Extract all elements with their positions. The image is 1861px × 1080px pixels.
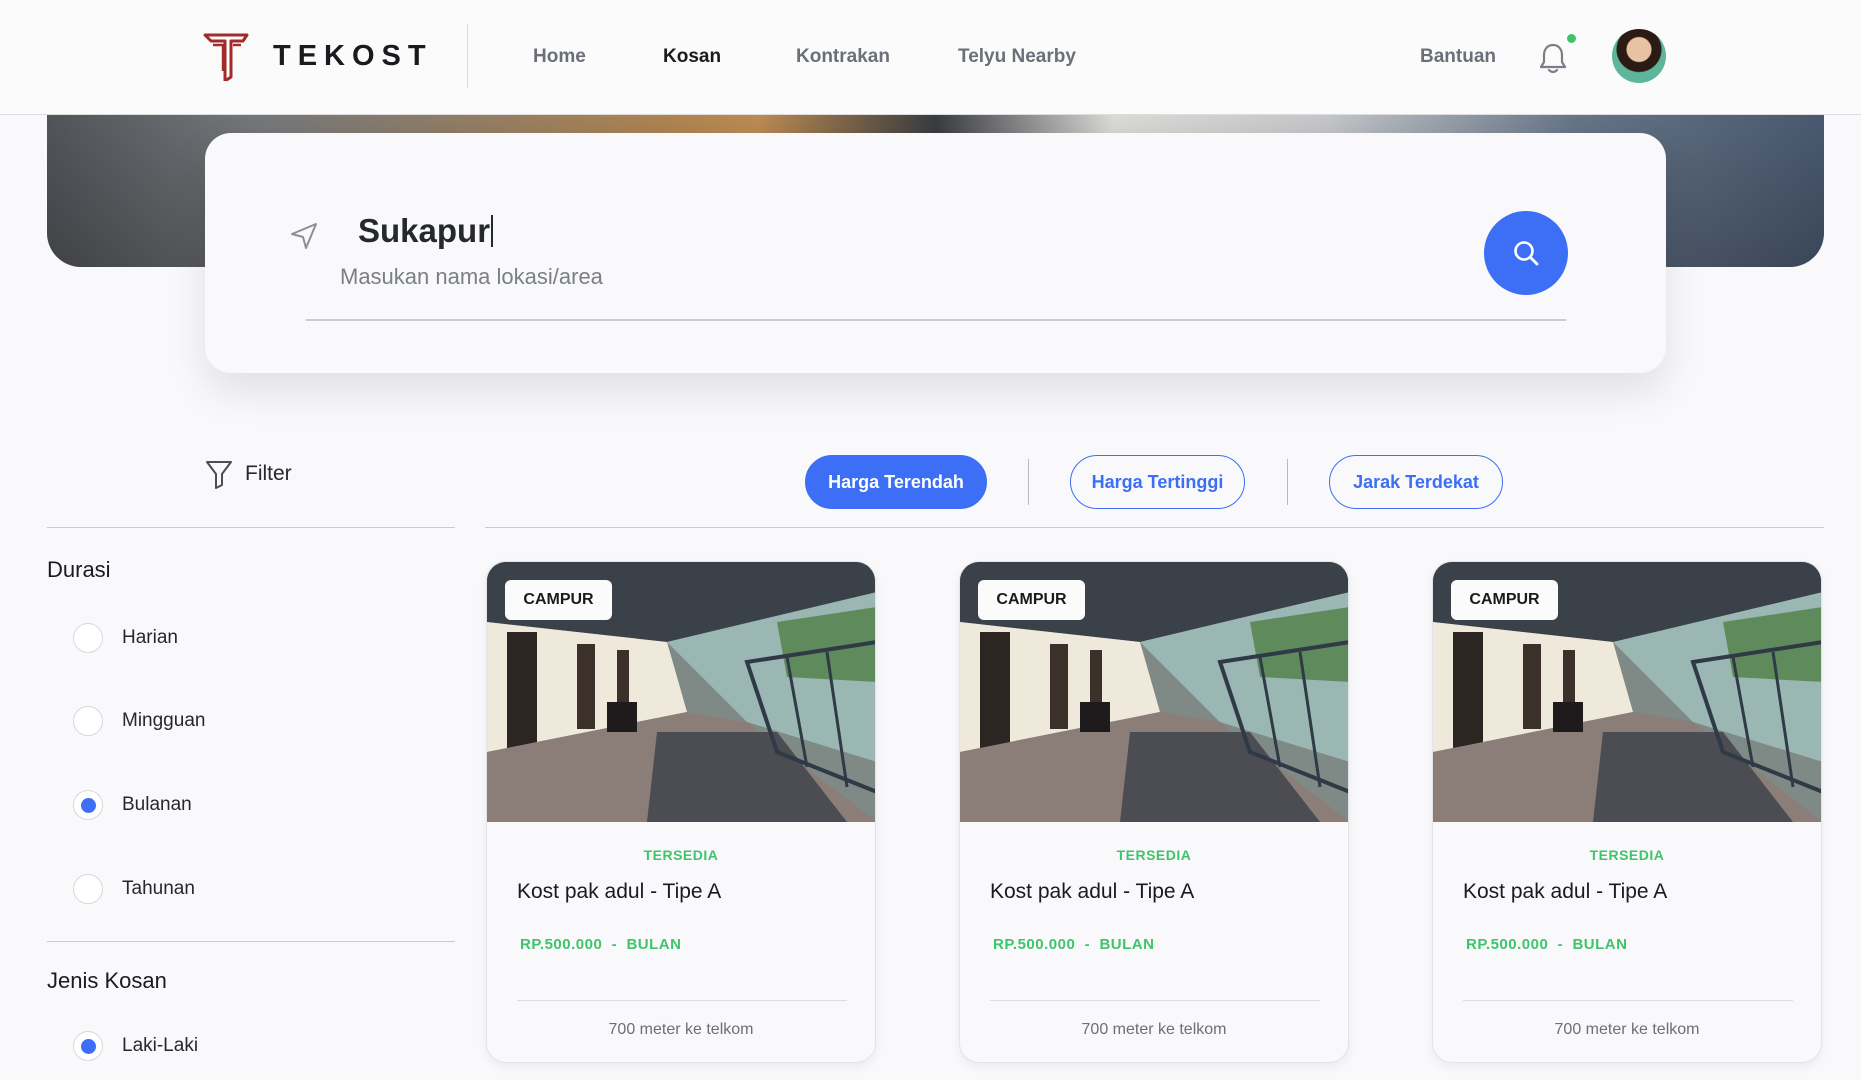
brand-logo[interactable]: TEKOST — [203, 31, 433, 81]
listing-distance: 700 meter ke telkom — [1081, 1021, 1227, 1038]
nav-link-home[interactable]: Home — [533, 46, 586, 68]
price-period: BULAN — [1572, 936, 1628, 953]
listing-title: Kost pak adul - Tipe A — [1463, 880, 1668, 903]
search-hint: Masukan nama lokasi/area — [340, 264, 603, 289]
radio-label: Bulanan — [122, 794, 192, 815]
radio-button[interactable] — [73, 874, 103, 904]
sort-nearest-button[interactable]: Jarak Terdekat — [1329, 455, 1503, 509]
radio-harian[interactable]: Harian — [73, 623, 178, 653]
radio-button[interactable] — [73, 706, 103, 736]
radio-label: Tahunan — [122, 878, 195, 899]
radio-laki-laki[interactable]: Laki-Laki — [73, 1031, 198, 1061]
notification-dot — [1565, 32, 1578, 45]
radio-label: Laki-Laki — [122, 1035, 199, 1056]
sort-separator — [1028, 459, 1029, 505]
search-input-value: Sukapur — [358, 212, 491, 249]
tekost-logo-icon — [203, 33, 249, 81]
listing-type-badge: CAMPUR — [1451, 580, 1558, 620]
sidebar-divider — [47, 527, 455, 528]
sort-lowest-price-button[interactable]: Harga Terendah — [805, 455, 987, 509]
nav-link-telyu-nearby[interactable]: Telyu Nearby — [958, 46, 1076, 68]
listing-price: RP.500.000 - BULAN — [1466, 936, 1628, 953]
duration-section-title: Durasi — [47, 557, 111, 582]
radio-button-checked[interactable] — [73, 790, 103, 820]
price-value: RP.500.000 — [520, 936, 603, 953]
nav-divider — [467, 24, 468, 88]
search-button[interactable] — [1484, 211, 1568, 295]
top-navbar: TEKOST Home Kosan Kontrakan Telyu Nearby… — [0, 0, 1861, 115]
availability-status: TERSEDIA — [1116, 847, 1192, 863]
bell-icon[interactable] — [1538, 42, 1568, 74]
listing-distance: 700 meter ke telkom — [1554, 1021, 1700, 1038]
nav-link-kontrakan[interactable]: Kontrakan — [796, 46, 890, 68]
sort-separator — [1287, 459, 1288, 505]
price-period: BULAN — [1099, 936, 1155, 953]
navigation-arrow-icon — [291, 223, 317, 249]
nav-link-kosan[interactable]: Kosan — [663, 46, 721, 68]
listing-type-badge: CAMPUR — [978, 580, 1085, 620]
radio-tahunan[interactable]: Tahunan — [73, 874, 195, 904]
listing-price: RP.500.000 - BULAN — [993, 936, 1155, 953]
kos-type-section-title: Jenis Kosan — [47, 968, 167, 993]
card-divider — [990, 1000, 1320, 1001]
filter-toggle[interactable]: Filter — [205, 459, 292, 489]
price-value: RP.500.000 — [993, 936, 1076, 953]
sidebar-divider — [47, 941, 455, 942]
price-period: BULAN — [626, 936, 682, 953]
card-divider — [517, 1000, 847, 1001]
filter-label: Filter — [245, 462, 292, 485]
funnel-icon — [206, 461, 232, 489]
listing-card[interactable]: CAMPUR TERSEDIA Kost pak adul - Tipe A R… — [959, 561, 1349, 1063]
radio-button-checked[interactable] — [73, 1031, 103, 1061]
listing-title: Kost pak adul - Tipe A — [517, 880, 722, 903]
radio-bulanan[interactable]: Bulanan — [73, 790, 192, 820]
brand-name: TEKOST — [273, 39, 433, 72]
radio-label: Mingguan — [122, 710, 206, 731]
listing-type-badge: CAMPUR — [505, 580, 612, 620]
radio-button[interactable] — [73, 623, 103, 653]
sort-highest-price-button[interactable]: Harga Tertinggi — [1070, 455, 1245, 509]
results-divider — [485, 527, 1824, 528]
avatar[interactable] — [1612, 29, 1666, 83]
card-divider — [1463, 1000, 1793, 1001]
listing-card[interactable]: CAMPUR TERSEDIA Kost pak adul - Tipe A R… — [1432, 561, 1822, 1063]
search-card: Sukapur Masukan nama lokasi/area — [205, 133, 1666, 373]
price-value: RP.500.000 — [1466, 936, 1549, 953]
listing-title: Kost pak adul - Tipe A — [990, 880, 1195, 903]
availability-status: TERSEDIA — [1589, 847, 1665, 863]
listing-card[interactable]: CAMPUR TERSEDIA Kost pak adul - Tipe A R… — [486, 561, 876, 1063]
text-caret — [491, 215, 494, 247]
radio-mingguan[interactable]: Mingguan — [73, 706, 205, 736]
search-underline — [306, 319, 1566, 321]
listing-distance: 700 meter ke telkom — [608, 1021, 754, 1038]
listing-price: RP.500.000 - BULAN — [520, 936, 682, 953]
radio-label: Harian — [122, 627, 178, 648]
availability-status: TERSEDIA — [643, 847, 719, 863]
search-input[interactable]: Sukapur — [358, 212, 494, 250]
help-link[interactable]: Bantuan — [1420, 46, 1496, 68]
search-icon — [1514, 241, 1539, 266]
